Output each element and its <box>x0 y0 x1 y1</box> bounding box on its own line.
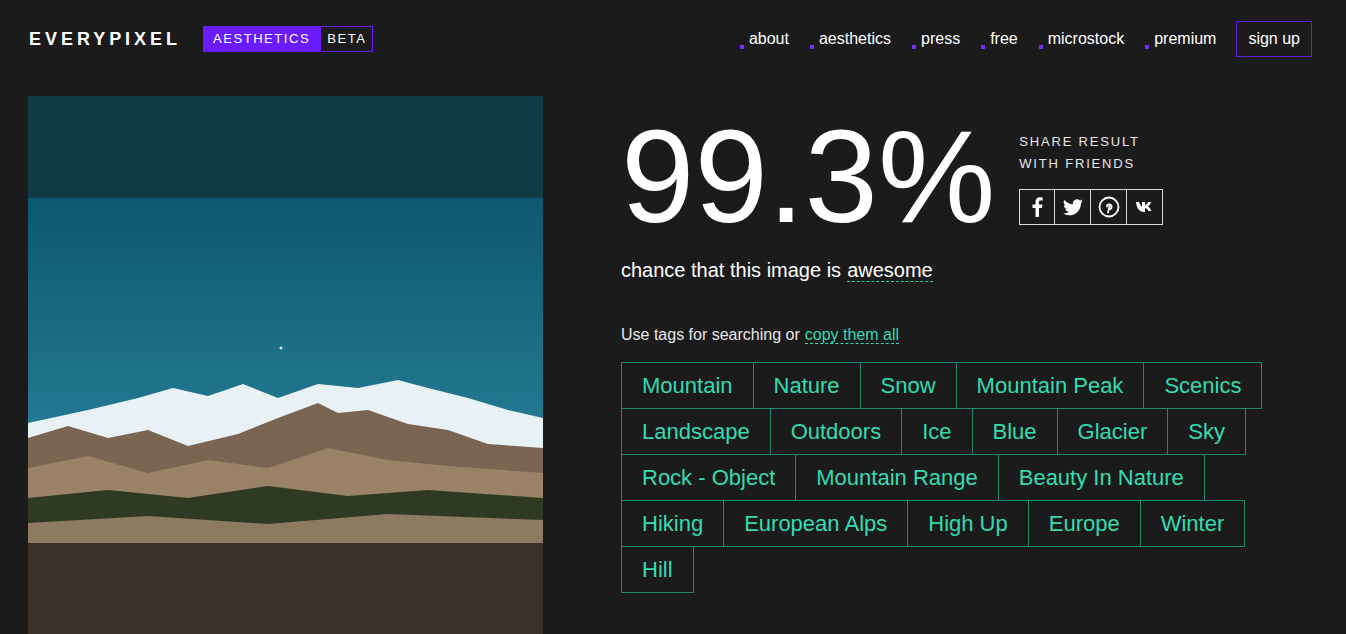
top-bar: EVERYPIXEL AESTHETICS BETA about aestheti… <box>0 0 1346 78</box>
nav-dot-icon <box>1039 45 1043 49</box>
caption-text: chance that this image is <box>621 259 841 281</box>
twitter-icon[interactable] <box>1055 189 1091 225</box>
nav-link[interactable]: premium <box>1145 27 1216 51</box>
result-panel: 99.3% SHARE RESULT WITH FRIENDS <box>621 96 1291 634</box>
main-nav: about aesthetics press free microstock premiu… <box>740 21 1312 57</box>
brand: EVERYPIXEL AESTHETICS BETA <box>29 26 373 53</box>
tag[interactable]: Scenics <box>1143 362 1262 409</box>
nav-label[interactable]: aesthetics <box>819 27 891 51</box>
signup-button[interactable]: sign up <box>1236 21 1312 57</box>
tag[interactable]: Nature <box>753 362 861 409</box>
tag[interactable]: Hiking <box>621 500 724 547</box>
tag[interactable]: Outdoors <box>770 408 903 455</box>
tag[interactable]: Glacier <box>1057 408 1169 455</box>
photo-image-icon <box>28 198 543 543</box>
nav-link[interactable]: press <box>912 27 960 51</box>
tag[interactable]: High Up <box>907 500 1028 547</box>
nav-dot-icon <box>740 45 744 49</box>
tag[interactable]: Landscape <box>621 408 771 455</box>
tag-list: MountainNatureSnowMountain PeakScenics La… <box>621 362 1289 593</box>
badge: AESTHETICS BETA <box>203 26 373 52</box>
tags-intro: Use tags for searching or copy them all <box>621 323 1291 347</box>
nav-label[interactable]: microstock <box>1048 27 1124 51</box>
tag[interactable]: Mountain <box>621 362 754 409</box>
pinterest-icon[interactable] <box>1091 189 1127 225</box>
nav-dot-icon <box>810 45 814 49</box>
share-box: SHARE RESULT WITH FRIENDS <box>1019 131 1163 225</box>
verdict-link[interactable]: awesome <box>847 259 933 282</box>
tag[interactable]: Hill <box>621 546 694 593</box>
nav-label[interactable]: about <box>749 27 789 51</box>
nav-label[interactable]: press <box>921 27 960 51</box>
nav-label[interactable]: free <box>990 27 1018 51</box>
nav-link[interactable]: about <box>740 27 789 51</box>
nav-link[interactable]: microstock <box>1039 27 1124 51</box>
beta-label: BETA <box>320 26 373 52</box>
tag[interactable]: Sky <box>1167 408 1246 455</box>
nav-dot-icon <box>981 45 985 49</box>
share-title: SHARE RESULT <box>1019 131 1163 153</box>
score: 99.3% <box>621 111 995 243</box>
intro-text: Use tags for searching or <box>621 326 800 343</box>
tag[interactable]: Winter <box>1140 500 1246 547</box>
facebook-icon[interactable] <box>1019 189 1055 225</box>
tag[interactable]: Mountain Peak <box>956 362 1145 409</box>
photo <box>28 96 543 634</box>
badge-label: AESTHETICS <box>203 26 320 52</box>
logo[interactable]: EVERYPIXEL <box>29 26 181 53</box>
nav-dot-icon <box>912 45 916 49</box>
nav-label[interactable]: premium <box>1154 27 1216 51</box>
tag[interactable]: Ice <box>901 408 972 455</box>
nav-link[interactable]: aesthetics <box>810 27 891 51</box>
tag[interactable]: European Alps <box>723 500 908 547</box>
share-title: WITH FRIENDS <box>1019 153 1163 175</box>
content: 99.3% SHARE RESULT WITH FRIENDS <box>0 78 1346 634</box>
vk-icon[interactable] <box>1127 189 1163 225</box>
result-caption: chance that this image is awesome <box>621 255 1291 285</box>
nav-link[interactable]: free <box>981 27 1018 51</box>
copy-tags-link[interactable]: copy them all <box>805 326 899 344</box>
tag[interactable]: Snow <box>860 362 957 409</box>
tag[interactable]: Beauty In Nature <box>998 454 1205 501</box>
tag[interactable]: Europe <box>1028 500 1141 547</box>
tag[interactable]: Mountain Range <box>795 454 998 501</box>
nav-dot-icon <box>1145 45 1149 49</box>
tag[interactable]: Rock - Object <box>621 454 796 501</box>
tag[interactable]: Blue <box>972 408 1058 455</box>
